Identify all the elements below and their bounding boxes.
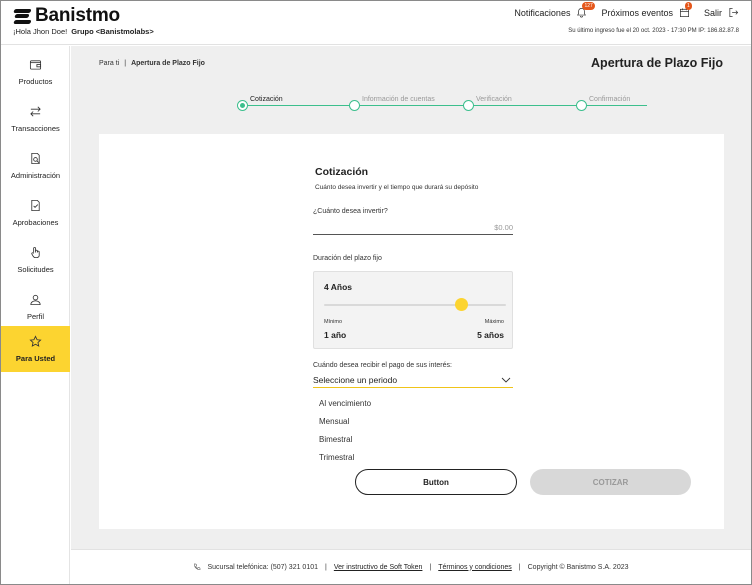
sidebar-item-aprobaciones[interactable]: Aprobaciones [1, 190, 70, 236]
min-value: 1 año [324, 330, 347, 340]
sidebar-item-transacciones[interactable]: Transacciones [1, 96, 70, 142]
footer-phone: Sucursal telefónica: (507) 321 0101 [207, 563, 319, 571]
form-subtitle: Cuánto desea invertir y el tiempo que du… [315, 184, 479, 191]
brand-name: Banistmo [35, 5, 120, 26]
max-label: Máximo [484, 319, 504, 325]
period-label: Cuándo desea recibir el pago de sus inte… [313, 362, 452, 369]
step-label: Verificación [476, 96, 512, 103]
sidebar-item-productos[interactable]: Productos [1, 49, 70, 95]
terms-link[interactable]: Términos y condiciones [438, 564, 512, 571]
step-informacion-cuentas: Información de cuentas [349, 96, 435, 111]
period-options-list: Al vencimiento Mensual Bimestral Trimest… [313, 394, 513, 466]
logout-label: Salir [703, 7, 722, 18]
max-value: 5 años [477, 330, 504, 340]
notifications-badge: 127 [582, 2, 595, 10]
step-dot [463, 100, 474, 111]
sidebar: Productos Transacciones Administración A… [1, 46, 70, 584]
notifications-label: Notificaciones [514, 7, 571, 18]
document-search-icon [31, 152, 40, 165]
step-dot [576, 100, 587, 111]
footer-separator: | [518, 563, 521, 571]
bell-icon: 127 [576, 2, 595, 18]
duration-label: Duración del plazo fijo [313, 255, 382, 262]
progress-stepper: Cotización Información de cuentas Verifi… [237, 96, 657, 117]
page-title: Apertura de Plazo Fijo [591, 56, 723, 70]
duration-slider[interactable] [324, 298, 506, 311]
breadcrumb-separator: | [124, 60, 127, 67]
sidebar-item-label: Productos [18, 77, 53, 86]
sidebar-item-label: Transacciones [11, 124, 60, 133]
amount-input[interactable]: $0.00 [313, 221, 513, 235]
step-dot [349, 100, 360, 111]
group-name: Grupo <Banistmolabs> [71, 27, 154, 36]
breadcrumb-current: Apertura de Plazo Fijo [131, 60, 205, 67]
step-label: Confirmación [589, 96, 631, 103]
step-confirmacion: Confirmación [576, 96, 630, 111]
sidebar-item-para-usted[interactable]: Para Usted [1, 326, 70, 372]
step-dot-active [237, 100, 248, 111]
sidebar-item-label: Aprobaciones [12, 218, 59, 227]
step-cotizacion: Cotización [237, 96, 283, 111]
period-option[interactable]: Al vencimiento [313, 394, 513, 412]
form-title: Cotización [315, 166, 369, 178]
transfer-arrows-icon [30, 106, 41, 117]
logout-button[interactable]: Salir [704, 7, 739, 18]
events-button[interactable]: Próximos eventos 1 [601, 2, 692, 18]
sidebar-item-label: Para Usted [15, 354, 56, 363]
document-check-icon [31, 199, 40, 212]
sidebar-item-label: Solicitudes [17, 265, 54, 274]
footer-separator: | [325, 563, 327, 571]
footer-separator: | [429, 563, 432, 571]
period-option[interactable]: Mensual [313, 412, 513, 430]
footer: Sucursal telefónica: (507) 321 0101 | Ve… [71, 549, 751, 584]
secondary-button[interactable]: Button [355, 469, 517, 495]
step-verificacion: Verificación [463, 96, 512, 111]
amount-field: ¿Cuánto desea invertir? $0.00 [313, 208, 513, 235]
chevron-down-icon [501, 377, 511, 383]
events-badge: 1 [684, 2, 692, 10]
period-option[interactable]: Trimestral [313, 448, 513, 466]
breadcrumb: Para ti | Apertura de Plazo Fijo [99, 60, 205, 67]
period-select[interactable]: Seleccione un periodo [313, 372, 513, 388]
sidebar-item-solicitudes[interactable]: Solicitudes [1, 237, 70, 283]
wallet-icon [29, 60, 42, 70]
period-field: Cuándo desea recibir el pago de sus inte… [313, 362, 513, 388]
phone-icon [194, 563, 202, 570]
quote-card: Cotización Cuánto desea invertir y el ti… [99, 134, 724, 529]
slider-thumb[interactable] [454, 298, 468, 311]
min-label: Mínimo [324, 319, 343, 325]
brand-logo[interactable]: Banistmo [13, 5, 120, 27]
header-actions: Notificaciones 127 Próximos eventos 1 Sa… [500, 2, 739, 18]
breadcrumb-root[interactable]: Para ti [99, 60, 119, 67]
amount-label: ¿Cuánto desea invertir? [313, 208, 388, 215]
sidebar-item-perfil[interactable]: Perfil [1, 284, 70, 330]
duration-value: 4 Años [324, 282, 353, 292]
footer-copyright: Copyright © Banistmo S.A. 2023 [527, 563, 629, 571]
greeting-text: ¡Hola Jhon Doe! [13, 27, 68, 36]
step-label: Cotización [250, 96, 283, 103]
duration-panel: 4 Años Mínimo Máximo 1 año 5 años [313, 271, 513, 349]
sidebar-item-label: Perfil [26, 312, 45, 321]
events-label: Próximos eventos [601, 7, 673, 18]
step-label: Información de cuentas [362, 96, 435, 103]
sidebar-item-administracion[interactable]: Administración [1, 143, 70, 189]
quote-form: Cotización Cuánto desea invertir y el ti… [313, 166, 513, 462]
cotizar-button[interactable]: COTIZAR [530, 469, 691, 495]
last-login-info: Su último ingreso fue el 20 oct. 2023 - … [568, 28, 739, 34]
soft-token-link[interactable]: Ver instructivo de Soft Token [334, 564, 423, 571]
star-icon [29, 335, 42, 347]
app-window: Banistmo ¡Hola Jhon Doe! Grupo <Banistmol… [0, 0, 752, 585]
user-greeting: ¡Hola Jhon Doe! Grupo <Banistmolabs> [13, 27, 154, 36]
period-option[interactable]: Bimestral [313, 430, 513, 448]
top-header: Banistmo ¡Hola Jhon Doe! Grupo <Banistmol… [1, 1, 751, 45]
logout-icon [728, 7, 739, 18]
sidebar-item-label: Administración [10, 171, 61, 180]
user-icon [30, 294, 41, 306]
main-content: Para ti | Apertura de Plazo Fijo Apertura … [71, 46, 751, 549]
banistmo-logo-icon [13, 8, 32, 24]
hand-pointer-icon [31, 246, 40, 259]
period-selected-value: Seleccione un periodo [313, 374, 398, 385]
notifications-button[interactable]: Notificaciones 127 [514, 2, 595, 18]
calendar-icon: 1 [679, 2, 692, 18]
